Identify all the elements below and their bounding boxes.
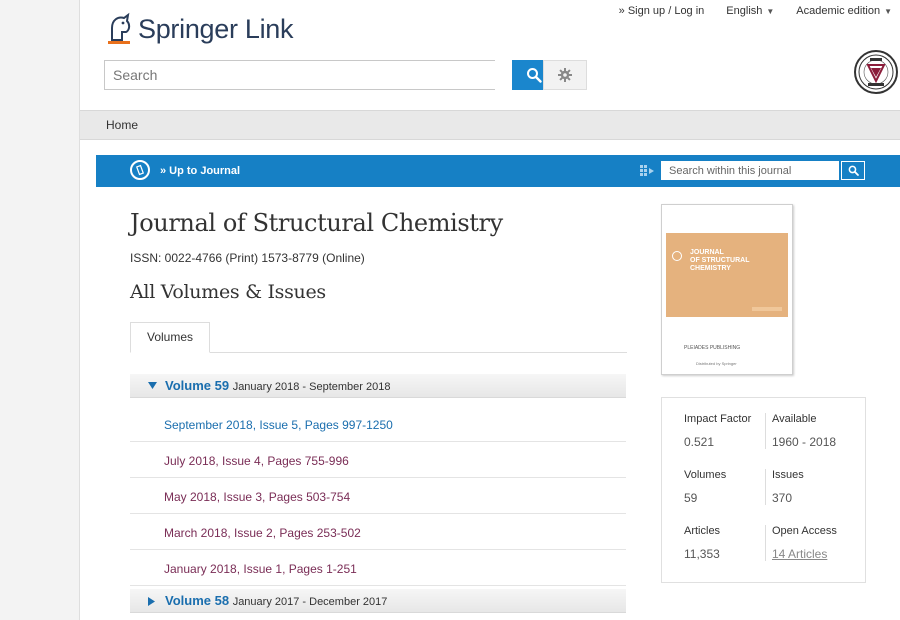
open-access-link[interactable]: 14 Articles — [772, 547, 837, 561]
language-label: English — [726, 5, 763, 17]
volumes-label: Volumes — [684, 469, 727, 481]
journal-icon — [130, 160, 150, 180]
cover-strip — [752, 307, 782, 311]
volume-name: Volume 58 January 2017 - December 2017 — [165, 593, 387, 608]
articles-count: Articles 11,353 — [684, 525, 720, 561]
issue-row: July 2018, Issue 4, Pages 755-996 — [130, 442, 626, 478]
issue-link[interactable]: January 2018, Issue 1, Pages 1-251 — [164, 562, 357, 576]
volume-range: January 2017 - December 2017 — [232, 596, 388, 608]
edition-label: Academic edition — [796, 5, 881, 17]
left-gutter — [0, 0, 80, 620]
volumes-value: 59 — [684, 491, 698, 505]
impact-factor-label: Impact Factor — [684, 413, 752, 425]
issue-row: September 2018, Issue 5, Pages 997-1250 — [130, 406, 626, 442]
chevron-down-icon: ▼ — [884, 7, 892, 16]
open-access-label: Open Access — [772, 525, 837, 537]
search-icon — [527, 68, 542, 83]
up-to-journal-link[interactable]: » Up to Journal — [160, 165, 240, 177]
page: Springer Link » Sign up / Log in English… — [80, 0, 900, 620]
issue-link[interactable]: July 2018, Issue 4, Pages 755-996 — [164, 454, 349, 468]
journal-search-input[interactable] — [661, 161, 839, 180]
issues-label: Issues — [772, 469, 804, 481]
volume-title[interactable]: Volume 58 — [165, 593, 229, 608]
gear-icon — [558, 68, 572, 82]
top-navigation: » Sign up / Log in English ▼ Academic edi… — [619, 5, 892, 17]
main-search — [104, 60, 556, 90]
language-selector[interactable]: English ▼ — [726, 5, 774, 17]
springer-link-logo[interactable]: Springer Link — [104, 12, 294, 46]
cover-band: JOURNAL OF STRUCTURAL CHEMISTRY — [666, 233, 788, 317]
issue-link[interactable]: March 2018, Issue 2, Pages 253-502 — [164, 526, 361, 540]
logo-text: Springer Link — [138, 13, 294, 45]
issue-row: January 2018, Issue 1, Pages 1-251 — [130, 550, 626, 586]
issue-row: March 2018, Issue 2, Pages 253-502 — [130, 514, 626, 550]
logo-name-springer: Springer — [138, 13, 238, 44]
cover-title-line: OF STRUCTURAL — [690, 257, 750, 264]
chevron-down-icon: ▼ — [766, 7, 775, 16]
search-options-button[interactable] — [543, 60, 587, 90]
signup-login-link[interactable]: » Sign up / Log in — [619, 5, 705, 17]
cover-title-line: JOURNAL — [690, 249, 724, 256]
triangle-right-icon — [148, 597, 155, 606]
cover-title: JOURNAL OF STRUCTURAL CHEMISTRY — [690, 249, 750, 273]
edition-selector[interactable]: Academic edition ▼ — [796, 5, 892, 17]
cover-badge-icon — [672, 251, 682, 261]
logo-name-link: Link — [244, 13, 294, 44]
volume-title[interactable]: Volume 59 — [165, 378, 229, 393]
institution-logo — [854, 50, 898, 94]
volume-name: Volume 59 January 2018 - September 2018 — [165, 378, 390, 393]
triangle-down-icon — [148, 382, 157, 389]
springer-horse-icon — [104, 12, 134, 46]
header: Springer Link » Sign up / Log in English… — [80, 0, 900, 110]
articles-label: Articles — [684, 525, 721, 537]
volume-header[interactable]: Volume 59 January 2018 - September 2018 — [130, 374, 626, 398]
available-value: 1960 - 2018 — [772, 435, 837, 449]
volume-range: January 2018 - September 2018 — [232, 381, 391, 393]
tab-volumes[interactable]: Volumes — [130, 322, 210, 353]
articles-value: 11,353 — [684, 547, 720, 561]
journal-metrics: Impact Factor 0.521 Available 1960 - 201… — [661, 397, 866, 583]
volumes-count: Volumes 59 — [684, 469, 726, 505]
section-title: All Volumes & Issues — [130, 281, 326, 303]
cover-distributor: Distributed by Springer — [696, 361, 737, 366]
available: Available 1960 - 2018 — [765, 413, 836, 449]
breadcrumb: Home — [80, 110, 900, 140]
breadcrumb-home[interactable]: Home — [106, 118, 138, 132]
volume-header[interactable]: Volume 58 January 2017 - December 2017 — [130, 589, 626, 613]
available-label: Available — [772, 413, 817, 425]
journal-search-button[interactable] — [841, 161, 865, 180]
impact-factor: Impact Factor 0.521 — [684, 413, 751, 449]
journal-bar: » Up to Journal — [96, 155, 900, 187]
issue-link[interactable]: May 2018, Issue 3, Pages 503-754 — [164, 490, 350, 504]
open-access: Open Access 14 Articles — [765, 525, 837, 561]
journal-title: Journal of Structural Chemistry — [130, 209, 503, 237]
cover-publisher: PLEIADES PUBLISHING — [684, 345, 741, 351]
impact-factor-value: 0.521 — [684, 435, 715, 449]
cover-title-line: CHEMISTRY — [690, 265, 731, 272]
issue-row: May 2018, Issue 3, Pages 503-754 — [130, 478, 626, 514]
issues-count: Issues 370 — [765, 469, 804, 505]
search-icon — [848, 165, 859, 176]
issue-link[interactable]: September 2018, Issue 5, Pages 997-1250 — [164, 418, 393, 432]
grid-icon — [640, 165, 654, 176]
journal-cover[interactable]: JOURNAL OF STRUCTURAL CHEMISTRY PLEIADES… — [661, 204, 793, 375]
search-input[interactable] — [104, 60, 495, 90]
issues-value: 370 — [772, 491, 793, 505]
journal-issn: ISSN: 0022-4766 (Print) 1573-8779 (Onlin… — [130, 251, 365, 265]
